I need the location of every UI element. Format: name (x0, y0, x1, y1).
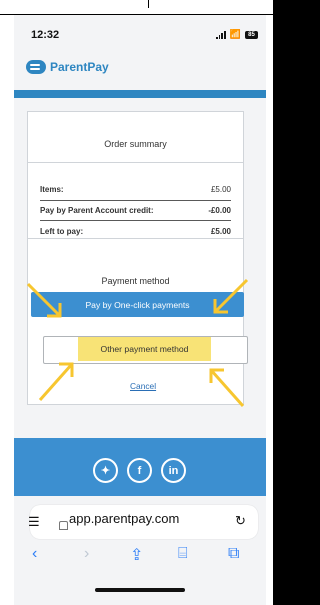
summary-row-line (40, 220, 231, 221)
arrow-annotation (38, 362, 74, 401)
forward-icon[interactable]: › (84, 545, 89, 563)
summary-row-items: Items: £5.00 (40, 185, 231, 194)
status-icons: 📶 85 (215, 29, 258, 40)
lock-icon (59, 521, 68, 530)
order-summary-card: Order summary Items: £5.00 Pay by Parent… (27, 111, 244, 253)
summary-label-items: Items: (40, 185, 64, 194)
top-mark (148, 0, 149, 8)
signal-icon (215, 30, 226, 39)
screenshot-frame: 12:32 📶 85 ParentPay Order summary Items… (0, 0, 273, 605)
bookmarks-icon[interactable]: ⌸ (178, 545, 188, 563)
top-strip (0, 0, 273, 15)
summary-label-left: Left to pay: (40, 227, 84, 236)
cancel-link[interactable]: Cancel (130, 381, 156, 391)
summary-row-credit: Pay by Parent Account credit: -£0.00 (40, 206, 231, 215)
share-icon[interactable]: ⇪ (130, 545, 143, 565)
summary-value-credit: -£0.00 (208, 206, 231, 215)
arrow-annotation (26, 282, 62, 318)
summary-value-left: £5.00 (210, 227, 231, 236)
linkedin-icon[interactable]: in (161, 458, 186, 483)
summary-row-left: Left to pay: £5.00 (40, 227, 231, 236)
summary-label-credit: Pay by Parent Account credit: (40, 206, 154, 215)
parentpay-logo-icon (26, 60, 46, 74)
status-bar: 12:32 📶 85 (14, 15, 266, 45)
wifi-icon: 📶 (229, 29, 241, 39)
other-payment-label: Other payment method (100, 344, 189, 354)
status-time: 12:32 (31, 29, 60, 41)
tabs-icon[interactable]: ⧉ (228, 545, 239, 563)
twitter-icon[interactable]: ✦ (93, 458, 118, 483)
battery-badge: 85 (245, 30, 258, 39)
arrow-annotation (213, 278, 249, 314)
arrow-annotation (209, 368, 245, 407)
back-icon[interactable]: ‹ (32, 545, 37, 563)
summary-value-items: £5.00 (210, 185, 231, 194)
phone-screen: 12:32 📶 85 ParentPay Order summary Items… (14, 15, 266, 605)
summary-row-line (40, 200, 231, 201)
order-summary-divider (28, 162, 243, 163)
reload-icon[interactable]: ↻ (235, 513, 246, 529)
header-accent-bar (14, 90, 266, 98)
home-indicator (95, 588, 185, 592)
order-summary-title: Order summary (104, 139, 167, 149)
brand-name: ParentPay (50, 60, 109, 74)
page-settings-icon[interactable]: ☰ (28, 514, 40, 530)
url-text[interactable]: app.parentpay.com (69, 511, 179, 526)
browser-toolbar: ‹ › ⇪ ⌸ ⧉ (14, 545, 266, 575)
facebook-icon[interactable]: f (127, 458, 152, 483)
